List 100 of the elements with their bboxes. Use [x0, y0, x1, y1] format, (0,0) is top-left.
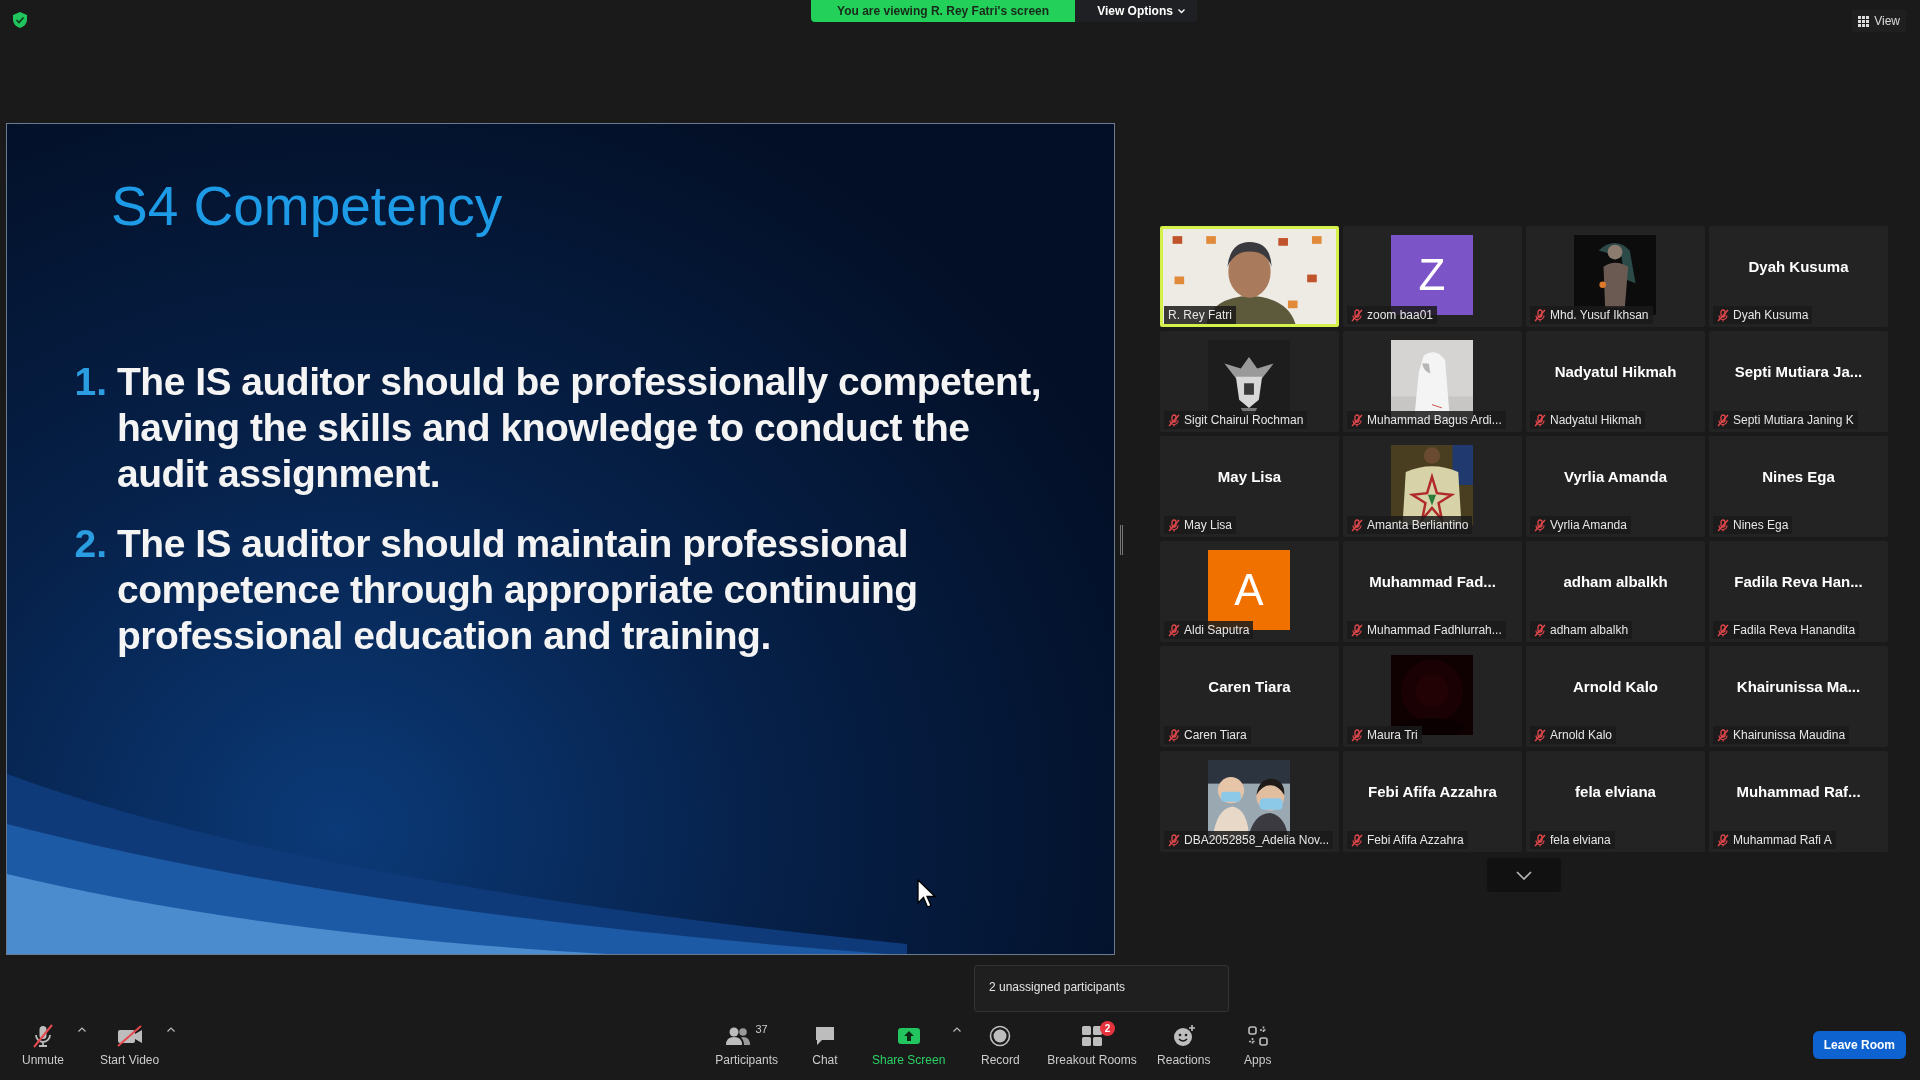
- display-name: adham albalkh: [1562, 573, 1669, 590]
- muted-mic-icon: [1351, 623, 1363, 637]
- muted-mic-icon: [1168, 623, 1180, 637]
- view-options-button[interactable]: View Options: [1075, 0, 1197, 22]
- muted-mic-icon: [1717, 833, 1729, 847]
- muted-mic-icon: [1717, 728, 1729, 742]
- tooltip-text: 2 unassigned participants: [989, 980, 1126, 994]
- display-name: Fadila Reva Han...: [1733, 573, 1864, 590]
- apps-icon: [1246, 1025, 1269, 1047]
- muted-mic-icon: [1351, 413, 1363, 427]
- display-name: fela elviana: [1574, 783, 1657, 800]
- display-name: Septi Mutiara Ja...: [1733, 363, 1864, 380]
- muted-mic-icon: [1717, 623, 1729, 637]
- display-name: Dyah Kusuma: [1747, 258, 1850, 275]
- participant-name: adham albalkh: [1550, 622, 1629, 638]
- caret-icon[interactable]: [167, 1027, 176, 1032]
- muted-mic-icon: [1534, 308, 1546, 322]
- list-number: 1.: [73, 359, 107, 405]
- participant-name: Nines Ega: [1733, 517, 1789, 533]
- chevron-down-icon: [1516, 870, 1532, 880]
- record-icon: [989, 1025, 1012, 1047]
- muted-mic-icon: [1534, 833, 1546, 847]
- leave-room-button[interactable]: Leave Room: [1812, 1031, 1906, 1059]
- view-button[interactable]: View: [1852, 10, 1906, 32]
- participant-name: DBA2052858_Adelia Nov...: [1184, 832, 1330, 848]
- participant-name: Arnold Kalo: [1550, 727, 1613, 743]
- count-badge: 2: [1100, 1021, 1116, 1036]
- people-icon: [725, 1026, 752, 1046]
- participant-name: R. Rey Fatri: [1168, 307, 1232, 323]
- slide-title: S4 Competency: [111, 174, 503, 238]
- record-button[interactable]: Record: [965, 1019, 1036, 1071]
- caret-icon: [1177, 8, 1185, 14]
- muted-mic-icon: [1351, 728, 1363, 742]
- muted-mic-icon: [1534, 728, 1546, 742]
- muted-mic-icon: [1168, 833, 1180, 847]
- participant-name: Khairunissa Maudina: [1733, 727, 1846, 743]
- muted-mic-icon: [1717, 413, 1729, 427]
- breakout-button[interactable]: 2 Breakout Rooms: [1039, 1019, 1145, 1071]
- participant-name: Sigit Chairul Rochman: [1184, 412, 1304, 428]
- participant-name: May Lisa: [1184, 517, 1233, 533]
- muted-mic-icon: [1168, 518, 1180, 532]
- viewing-banner: You are viewing R. Rey Fatri's screen: [811, 0, 1076, 22]
- display-name: Nines Ega: [1761, 468, 1836, 485]
- slide-point: The IS auditor should maintain professional competence through appropriate continuing professional education and training.: [117, 521, 919, 659]
- muted-mic-icon: [1717, 518, 1729, 532]
- chat-button[interactable]: Chat: [789, 1019, 860, 1071]
- display-name: Nadyatul Hikmah: [1553, 363, 1678, 380]
- display-name: Muhammad Raf...: [1735, 783, 1862, 800]
- muted-mic-icon: [1534, 413, 1546, 427]
- participant-name: Septi Mutiara Janing K: [1733, 412, 1854, 428]
- breakout-rooms-icon: [1081, 1025, 1104, 1047]
- display-name: Vyrlia Amanda: [1562, 468, 1669, 485]
- resize-handle[interactable]: [1120, 525, 1123, 555]
- caret-icon[interactable]: [78, 1027, 86, 1032]
- apps-button[interactable]: Apps: [1222, 1019, 1293, 1071]
- participant-count: 37: [755, 1023, 768, 1035]
- muted-mic-icon: [31, 1024, 55, 1048]
- participant-name: Caren Tiara: [1184, 727, 1247, 743]
- cursor-icon: [917, 879, 937, 909]
- participant-name: Febi Afifa Azzahra: [1367, 832, 1464, 848]
- display-name: Muhammad Fad...: [1368, 573, 1497, 590]
- share-button[interactable]: Share Screen: [863, 1019, 954, 1071]
- muted-mic-icon: [1351, 518, 1363, 532]
- grid-icon: [1858, 15, 1870, 27]
- caret-icon[interactable]: [953, 1027, 962, 1032]
- participant-name: zoom baa01: [1367, 307, 1434, 323]
- chat-icon: [813, 1025, 836, 1047]
- shield-icon[interactable]: [13, 12, 27, 28]
- display-name: Febi Afifa Azzahra: [1367, 783, 1498, 800]
- display-name: Arnold Kalo: [1572, 678, 1659, 695]
- slide-point: The IS auditor should be professionally competent, having the skills and knowledge to conduct the audit assignment.: [117, 359, 1043, 497]
- muted-mic-icon: [1168, 728, 1180, 742]
- participant-name: Maura Tri: [1367, 727, 1418, 743]
- participant-name: Fadila Reva Hanandita: [1733, 622, 1856, 638]
- participant-name: Amanta Berliantino: [1367, 517, 1469, 533]
- reactions-button[interactable]: Reactions: [1148, 1019, 1219, 1071]
- participant-name: Mhd. Yusuf Ikhsan: [1550, 307, 1649, 323]
- muted-mic-icon: [1534, 518, 1546, 532]
- muted-mic-icon: [1534, 623, 1546, 637]
- mic-button[interactable]: Unmute: [8, 1019, 78, 1071]
- participants-button[interactable]: 37 Participants: [707, 1019, 786, 1071]
- muted-mic-icon: [1717, 308, 1729, 322]
- participant-name: Dyah Kusuma: [1733, 307, 1809, 323]
- muted-mic-icon: [1168, 413, 1180, 427]
- participant-name: Muhammad Bagus Ardi...: [1367, 412, 1502, 428]
- display-name: May Lisa: [1216, 468, 1283, 485]
- participant-name: Muhammad Fadhlurrah...: [1367, 622, 1502, 638]
- participant-name: fela elviana: [1550, 832, 1611, 848]
- participant-name: Muhammad Rafi A: [1733, 832, 1832, 848]
- display-name: Caren Tiara: [1207, 678, 1292, 695]
- muted-mic-icon: [1351, 308, 1363, 322]
- participant-name: Vyrlia Amanda: [1550, 517, 1627, 533]
- share-screen-icon: [896, 1026, 921, 1046]
- display-name: Khairunissa Ma...: [1735, 678, 1862, 695]
- participant-name: Nadyatul Hikmah: [1550, 412, 1642, 428]
- list-number: 2.: [73, 521, 107, 567]
- camera-button[interactable]: Start Video: [92, 1019, 168, 1071]
- camera-off-icon: [115, 1025, 144, 1047]
- muted-mic-icon: [1351, 833, 1363, 847]
- smiley-plus-icon: [1171, 1024, 1196, 1048]
